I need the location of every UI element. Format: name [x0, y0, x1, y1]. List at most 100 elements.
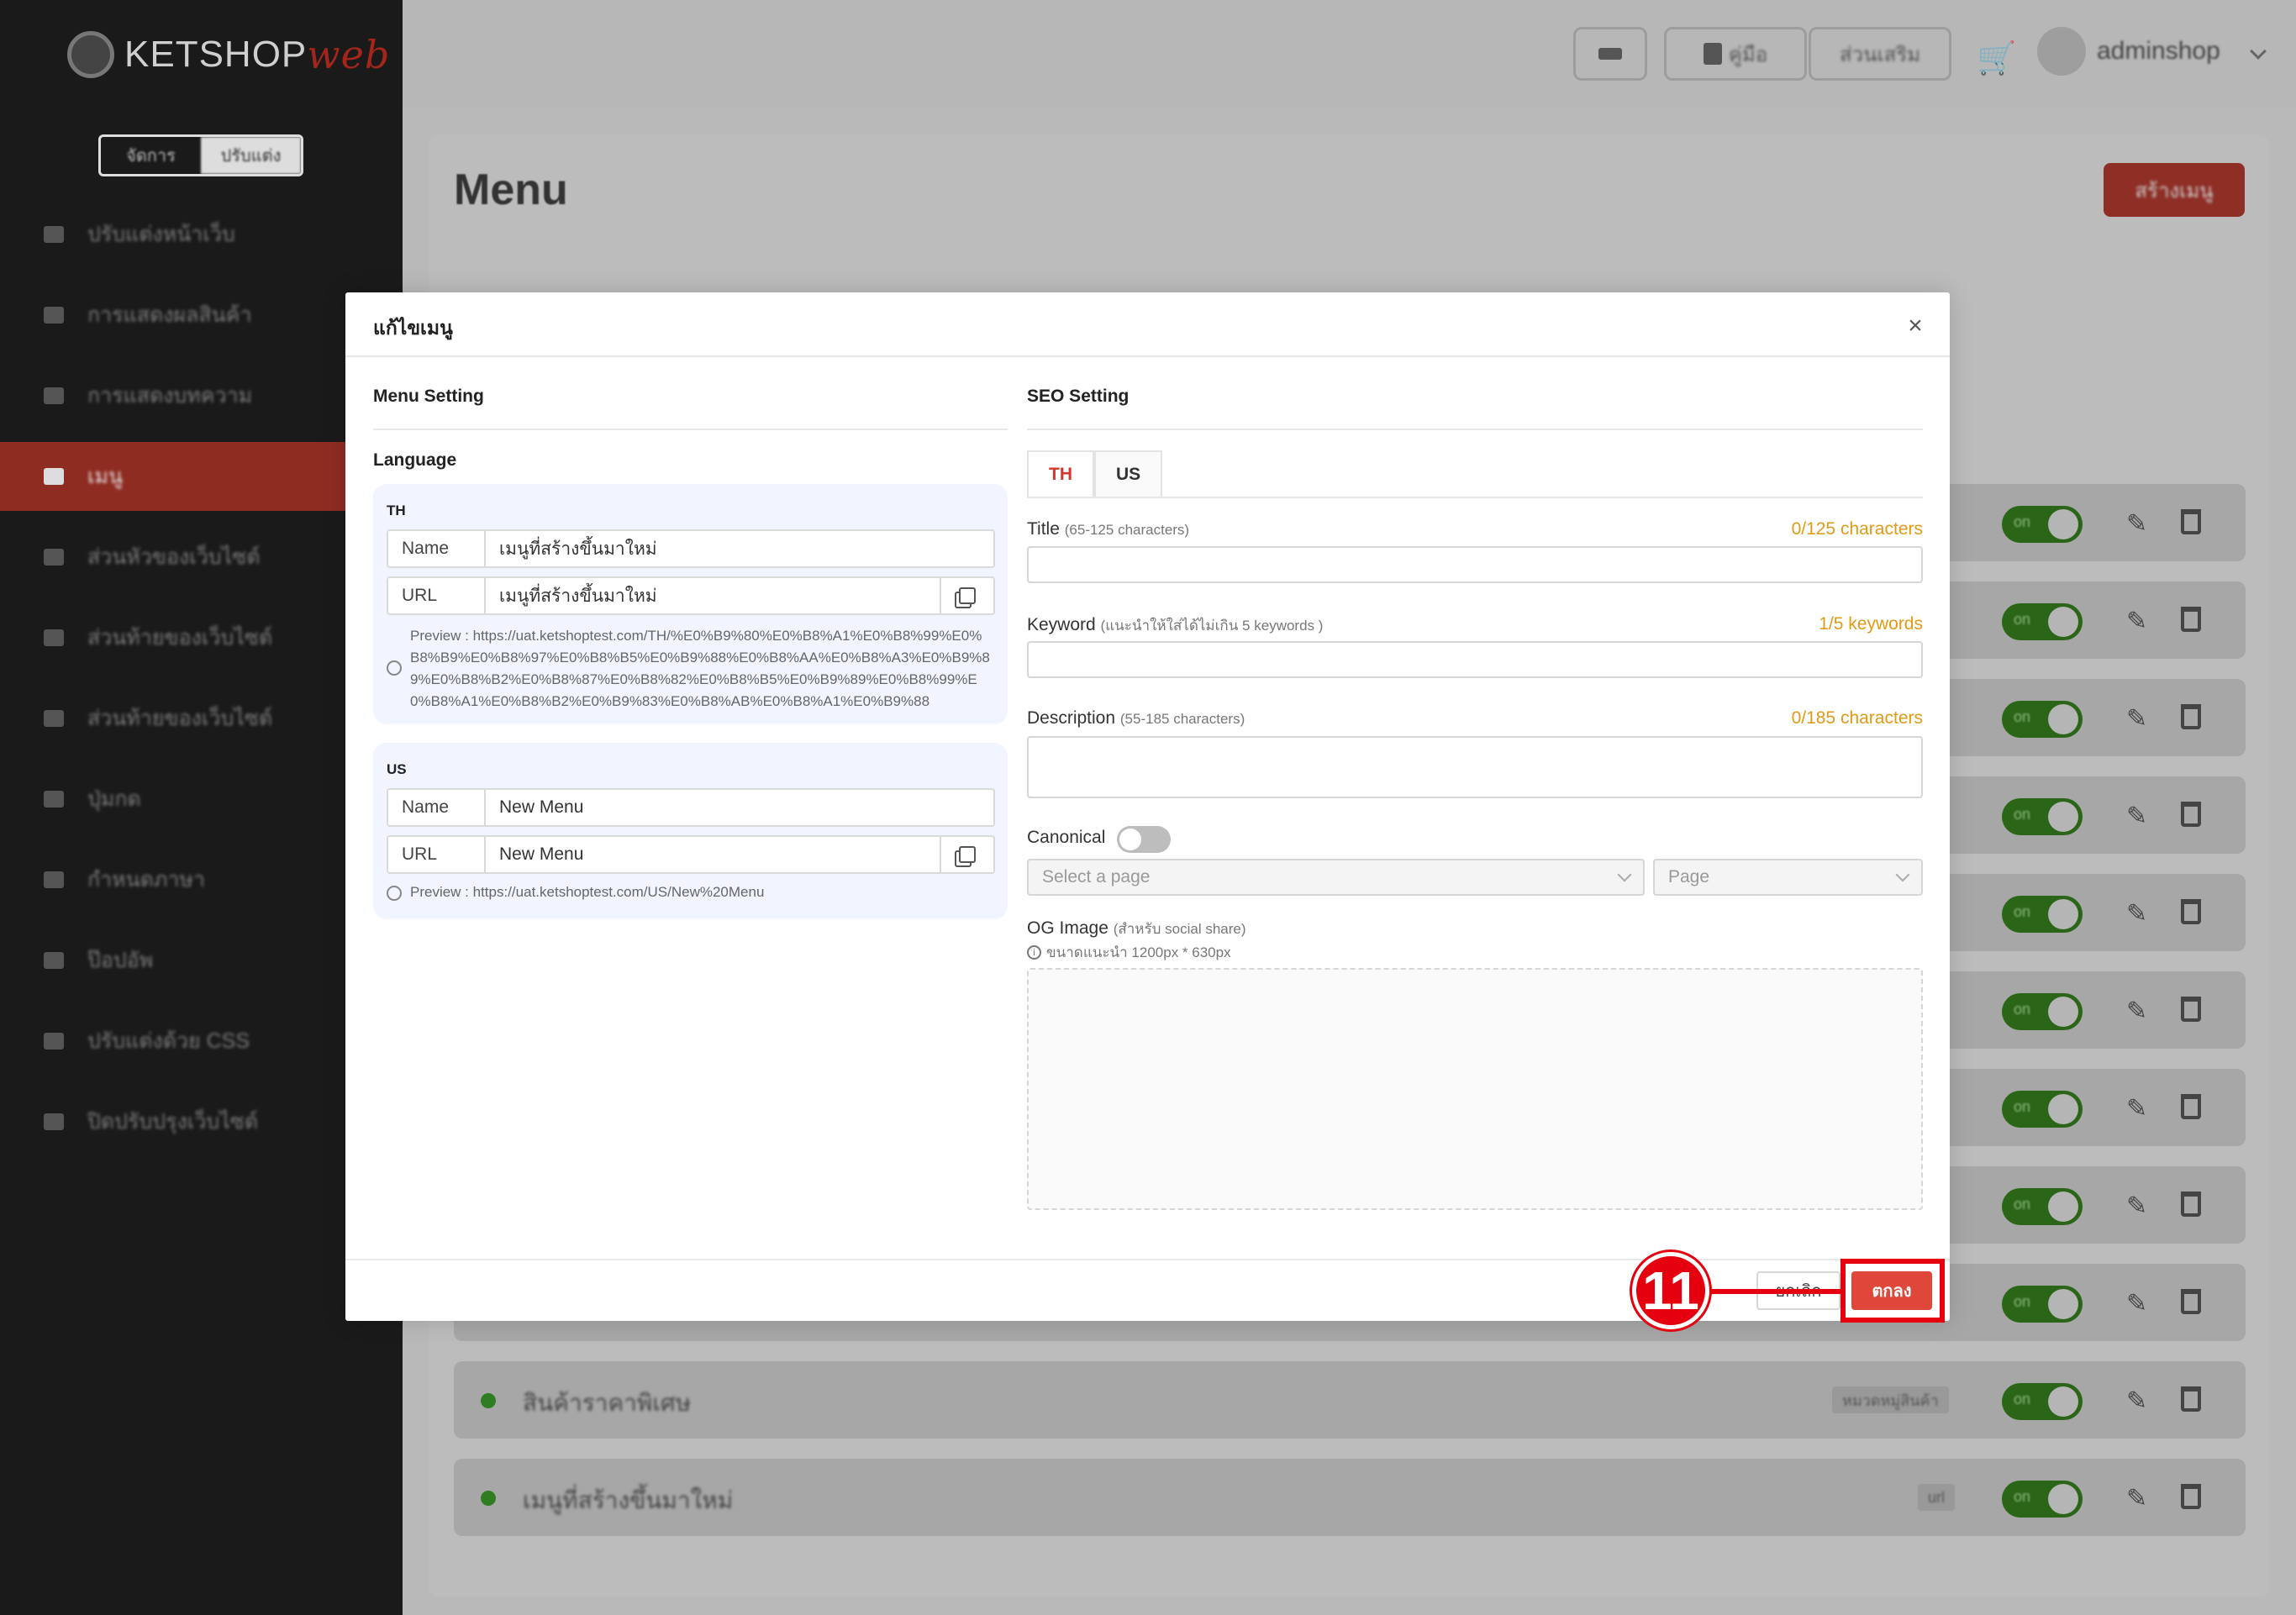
status-dot-icon — [481, 1393, 496, 1408]
description-textarea[interactable] — [1027, 736, 1923, 798]
trash-icon[interactable] — [2181, 1094, 2201, 1119]
trash-icon[interactable] — [2181, 1289, 2201, 1314]
us-name-input[interactable]: New Menu — [486, 790, 993, 825]
description-label: Description (55-185 characters) — [1027, 708, 1245, 729]
modal-header-divider — [345, 355, 1950, 357]
edit-icon[interactable]: ✎ — [2126, 899, 2147, 928]
username[interactable]: adminshop — [2097, 37, 2220, 66]
edit-icon[interactable]: ✎ — [2126, 1289, 2147, 1318]
menu-row-toggle[interactable]: on — [2002, 1188, 2083, 1225]
menu-row-toggle[interactable]: on — [2002, 993, 2083, 1030]
mode-manage[interactable]: จัดการ — [101, 137, 201, 174]
sidebar-item-9[interactable]: กำหนดภาษา — [0, 845, 403, 914]
page-dropdown[interactable]: Page — [1653, 859, 1923, 896]
th-url-label: URL — [388, 578, 486, 613]
edit-icon[interactable]: ✎ — [2126, 802, 2147, 831]
trash-icon[interactable] — [2181, 1484, 2201, 1509]
edit-icon[interactable]: ✎ — [2126, 607, 2147, 636]
ketshop-logo[interactable]: KETSHOP web — [67, 25, 390, 84]
footer-icon — [44, 629, 64, 646]
menu-row-toggle[interactable]: on — [2002, 1383, 2083, 1420]
ok-button-highlight — [1840, 1259, 1945, 1323]
sidebar-item-label: การแสดงผลสินค้า — [87, 303, 252, 327]
sidebar-item-label: ส่วนท้ายของเว็บไซต์ — [87, 626, 273, 650]
sidebar-item-6[interactable]: ส่วนท้ายของเว็บไซต์ — [0, 603, 403, 672]
og-image-dropzone[interactable] — [1027, 968, 1923, 1210]
edit-icon[interactable]: ✎ — [2126, 1386, 2147, 1416]
article-icon — [44, 387, 64, 404]
toggle-on-text: on — [2014, 1001, 2031, 1018]
toggle-on-text: on — [2014, 1098, 2031, 1115]
menu-row-toggle[interactable]: on — [2002, 603, 2083, 640]
th-url-preview: Preview : https://uat.ketshoptest.com/TH… — [410, 628, 990, 709]
sidebar-item-label: ปิดปรับปรุงเว็บไซต์ — [87, 1110, 259, 1134]
edit-icon[interactable]: ✎ — [2126, 1192, 2147, 1221]
popup-icon — [44, 952, 64, 969]
status-dot-icon — [481, 1491, 496, 1506]
edit-icon[interactable]: ✎ — [2126, 997, 2147, 1026]
menu-row-toggle[interactable]: on — [2002, 896, 2083, 933]
title-label-text: Title — [1027, 519, 1060, 539]
trash-icon[interactable] — [2181, 509, 2201, 534]
sidebar-item-2[interactable]: การแสดงผลสินค้า — [0, 281, 403, 350]
toggle-on-text: on — [2014, 1196, 2031, 1213]
sidebar-item-8[interactable]: ปุ่มกด — [0, 765, 403, 834]
edit-icon[interactable]: ✎ — [2126, 1484, 2147, 1513]
sidebar-item-12[interactable]: ปิดปรับปรุงเว็บไซต์ — [0, 1087, 403, 1156]
edit-icon[interactable]: ✎ — [2126, 704, 2147, 734]
th-name-input[interactable]: เมนูที่สร้างขึ้นมาใหม่ — [486, 531, 993, 566]
sidebar-item-4[interactable]: เมนู — [0, 442, 403, 511]
us-url-field: URL New Menu — [387, 835, 995, 874]
title-label: Title (65-125 characters) — [1027, 519, 1189, 539]
edit-icon[interactable]: ✎ — [2126, 1094, 2147, 1123]
us-copy-url-button[interactable] — [940, 837, 993, 872]
description-label-text: Description — [1027, 708, 1116, 728]
sidebar-item-label: ปรับแต่งด้วย CSS — [87, 1029, 250, 1053]
cart-icon[interactable]: 🛒 — [1977, 40, 2016, 77]
sidebar-item-7[interactable]: ส่วนท้ายของเว็บไซต์ — [0, 684, 403, 753]
trash-icon[interactable] — [2181, 704, 2201, 729]
select-page-dropdown[interactable]: Select a page — [1027, 859, 1645, 896]
close-icon[interactable]: × — [1900, 311, 1930, 341]
menu-row-toggle[interactable]: on — [2002, 1481, 2083, 1518]
menu-row-toggle[interactable]: on — [2002, 506, 2083, 543]
trash-icon[interactable] — [2181, 802, 2201, 827]
title-input[interactable] — [1027, 546, 1923, 583]
keyboard-button[interactable] — [1573, 27, 1647, 81]
mode-switch[interactable]: จัดการ ปรับแต่ง — [98, 134, 303, 176]
avatar[interactable] — [2037, 27, 2086, 76]
menu-row-toggle[interactable]: on — [2002, 701, 2083, 738]
edit-icon[interactable]: ✎ — [2126, 509, 2147, 539]
us-url-input[interactable]: New Menu — [486, 837, 940, 872]
mode-customize[interactable]: ปรับแต่ง — [201, 137, 301, 174]
menu-row-toggle[interactable]: on — [2002, 1091, 2083, 1128]
menu-row-toggle[interactable]: on — [2002, 798, 2083, 835]
trash-icon[interactable] — [2181, 1386, 2201, 1412]
tab-us[interactable]: US — [1094, 450, 1163, 497]
book-icon — [1703, 43, 1722, 65]
canonical-toggle[interactable] — [1117, 826, 1171, 853]
toggle-on-text: on — [2014, 1488, 2031, 1505]
trash-icon[interactable] — [2181, 997, 2201, 1022]
sidebar-item-11[interactable]: ปรับแต่งด้วย CSS — [0, 1007, 403, 1076]
trash-icon[interactable] — [2181, 1192, 2201, 1217]
toggle-on-text: on — [2014, 513, 2031, 530]
keyword-input[interactable] — [1027, 641, 1923, 678]
sidebar-item-1[interactable]: ปรับแต่งหน้าเว็บ — [0, 200, 403, 269]
th-copy-url-button[interactable] — [940, 578, 993, 613]
addon-button[interactable]: ส่วนเสริม — [1809, 27, 1951, 81]
sidebar-item-label: ปุ่มกด — [87, 787, 141, 811]
css-icon — [44, 1033, 64, 1049]
language-icon — [44, 871, 64, 888]
logo-mark-icon — [67, 31, 114, 78]
sidebar-item-10[interactable]: ป๊อปอัพ — [0, 926, 403, 995]
tab-th[interactable]: TH — [1027, 450, 1094, 497]
create-menu-button[interactable]: สร้างเมนู — [2104, 163, 2245, 217]
trash-icon[interactable] — [2181, 607, 2201, 632]
th-url-input[interactable]: เมนูที่สร้างขึ้นมาใหม่ — [486, 578, 940, 613]
sidebar-item-5[interactable]: ส่วนหัวของเว็บไซต์ — [0, 523, 403, 592]
trash-icon[interactable] — [2181, 899, 2201, 924]
menu-row-toggle[interactable]: on — [2002, 1286, 2083, 1323]
sidebar-item-3[interactable]: การแสดงบทความ — [0, 361, 403, 430]
guide-button[interactable]: คู่มือ — [1664, 27, 1807, 81]
